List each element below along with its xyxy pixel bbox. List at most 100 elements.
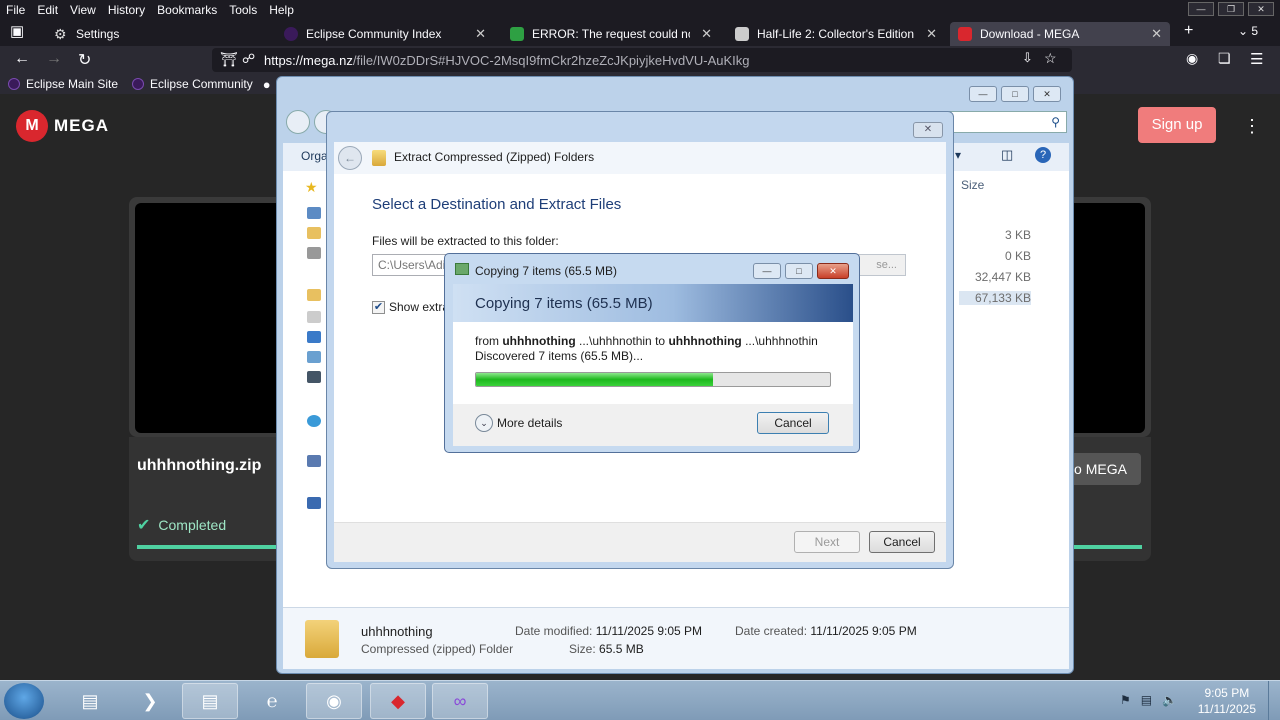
menu-bookmarks[interactable]: Bookmarks [151, 3, 223, 17]
mega-logo[interactable]: M MEGA [16, 110, 109, 142]
reload-icon[interactable]: ↻ [78, 50, 91, 70]
minimize-icon[interactable]: — [753, 263, 781, 279]
close-tab-icon[interactable]: ✕ [475, 26, 486, 42]
restore-icon[interactable]: ❐ [1218, 2, 1244, 16]
browser-window-controls: — ❐ ✕ [1188, 2, 1274, 16]
close-tab-icon[interactable]: ✕ [701, 26, 712, 42]
account-icon[interactable]: ◉ [1186, 50, 1198, 67]
source-name[interactable]: uhhhnothing [502, 334, 575, 348]
file-size-selected: 67,133 KB [959, 291, 1031, 305]
browse-button[interactable]: se... [854, 254, 906, 276]
taskbar-internet-explorer-icon[interactable]: ℮ [244, 683, 300, 719]
tab-list-icon[interactable]: ⌄ 5 [1238, 24, 1258, 38]
tab-download-mega[interactable]: Download - MEGA ✕ [950, 22, 1170, 46]
github-icon: ● [262, 76, 271, 92]
close-icon[interactable]: ✕ [817, 263, 849, 279]
chevron-down-icon: ⌄ [475, 414, 493, 432]
close-tab-icon[interactable]: ✕ [926, 26, 937, 42]
bookmark-label: Eclipse Main Site [26, 77, 119, 91]
more-details-toggle[interactable]: ⌄ More details [475, 414, 562, 432]
tab-label: ERROR: The request could not b [532, 27, 690, 41]
close-icon[interactable]: ✕ [1248, 2, 1274, 16]
extract-cancel-button[interactable]: Cancel [869, 531, 935, 553]
copy-source-destination: from uhhhnothing ...\uhhhnothin to uhhhn… [475, 334, 831, 348]
details-modified: Date modified: 11/11/2025 9:05 PM [515, 624, 702, 638]
show-desktop-button[interactable] [1268, 681, 1280, 720]
menu-help[interactable]: Help [263, 3, 300, 17]
back-arrow-icon[interactable]: ← [338, 146, 362, 170]
taskbar-media-icon[interactable]: ◉ [306, 683, 362, 719]
menu-file[interactable]: File [0, 3, 31, 17]
close-tab-icon[interactable]: ✕ [1151, 26, 1162, 42]
copy-cancel-button[interactable]: Cancel [757, 412, 829, 434]
taskbar-powershell-icon[interactable]: ❯ [122, 683, 178, 719]
taskbar-explorer-icon[interactable]: ▤ [182, 683, 238, 719]
show-extracted-checkbox-row[interactable]: ✔ Show extra [372, 300, 449, 314]
folder-icon [307, 227, 321, 239]
taskbar-server-manager-icon[interactable]: ▤ [62, 683, 118, 719]
close-icon[interactable]: ✕ [913, 122, 943, 138]
new-tab-icon[interactable]: + [1184, 22, 1193, 40]
details-size: Size: 65.5 MB [569, 642, 644, 656]
sign-up-button[interactable]: Sign up [1138, 107, 1216, 143]
copy-heading: Copying 7 items (65.5 MB) [475, 295, 653, 312]
minimize-icon[interactable]: — [969, 86, 997, 102]
save-to-pocket-icon[interactable]: ⇩ [1022, 50, 1033, 66]
menu-history[interactable]: History [102, 3, 151, 17]
volume-muted-icon[interactable]: 🔈 [1162, 693, 1177, 707]
close-icon[interactable]: ✕ [1033, 86, 1061, 102]
bookmark-github[interactable]: ● [263, 77, 271, 92]
label: Date modified: [515, 624, 593, 638]
tab-eclipse-community[interactable]: Eclipse Community Index ✕ [276, 22, 494, 46]
next-button[interactable]: Next [794, 531, 860, 553]
taskbar-app-icon[interactable]: ◆ [370, 683, 426, 719]
tab-count: 5 [1251, 24, 1259, 38]
details-created: Date created: 11/11/2025 9:05 PM [735, 624, 917, 638]
tab-settings[interactable]: ⚙ Settings [46, 22, 268, 46]
flag-icon[interactable]: ⚑ [1120, 693, 1131, 707]
help-icon[interactable]: ? [1035, 147, 1051, 163]
menu-view[interactable]: View [64, 3, 102, 17]
maximize-icon[interactable]: □ [785, 263, 813, 279]
computer-icon [307, 455, 321, 467]
organize-button[interactable]: Orga [301, 149, 328, 163]
menu-tools[interactable]: Tools [223, 3, 263, 17]
forward-icon[interactable]: → [46, 50, 62, 68]
start-button[interactable] [4, 683, 44, 719]
minimize-icon[interactable]: — [1188, 2, 1214, 16]
column-header-size[interactable]: Size [961, 178, 984, 192]
tab-half-life[interactable]: Half-Life 2: Collector's Edition : ' ✕ [727, 22, 945, 46]
tab-overview-icon[interactable]: ▣ [10, 22, 24, 40]
preview-pane-icon[interactable]: ◫ [1001, 147, 1013, 163]
bookmark-eclipse-main[interactable]: Eclipse Main Site [8, 77, 118, 91]
clock-date: 11/11/2025 [1197, 702, 1256, 716]
url-bar[interactable]: ⛩ ☍ https://mega.nz/file/IW0zDDrS#HJVOC-… [212, 48, 1072, 72]
show-extracted-label: Show extra [389, 300, 450, 314]
to-label: to [655, 334, 666, 348]
hamburger-menu-icon[interactable]: ☰ [1250, 50, 1263, 68]
bookmark-star-icon[interactable]: ☆ [1044, 50, 1057, 67]
view-options-icon[interactable]: ▾ [955, 148, 961, 162]
recent-places-icon [307, 247, 321, 259]
details-file-name: uhhhnothing [361, 624, 433, 639]
explorer-back-button[interactable] [286, 110, 310, 134]
network-icon[interactable]: ▤ [1141, 693, 1152, 707]
explorer-search-input[interactable]: ⚲ [949, 111, 1067, 133]
show-extracted-checkbox[interactable]: ✔ [372, 300, 385, 314]
tab-error[interactable]: ERROR: The request could not b ✕ [502, 22, 720, 46]
gear-icon: ⚙ [54, 26, 67, 42]
more-options-icon[interactable]: ⋮ [1243, 116, 1261, 137]
taskbar-visual-studio-icon[interactable]: ∞ [432, 683, 488, 719]
lock-icon[interactable]: ☍ [242, 51, 255, 67]
zip-folder-icon [372, 150, 386, 166]
back-icon[interactable]: ← [14, 50, 30, 68]
menu-edit[interactable]: Edit [31, 3, 64, 17]
destination-name[interactable]: uhhhnothing [668, 334, 741, 348]
bookmark-eclipse-community[interactable]: Eclipse Community [132, 77, 253, 91]
shield-icon[interactable]: ⛩ [220, 51, 238, 68]
maximize-icon[interactable]: □ [1001, 86, 1029, 102]
extensions-icon[interactable]: ❏ [1218, 50, 1231, 67]
videos-icon [307, 371, 321, 383]
menu-bar: File Edit View History Bookmarks Tools H… [0, 0, 1280, 20]
clock[interactable]: 9:05 PM 11/11/2025 [1198, 685, 1256, 717]
